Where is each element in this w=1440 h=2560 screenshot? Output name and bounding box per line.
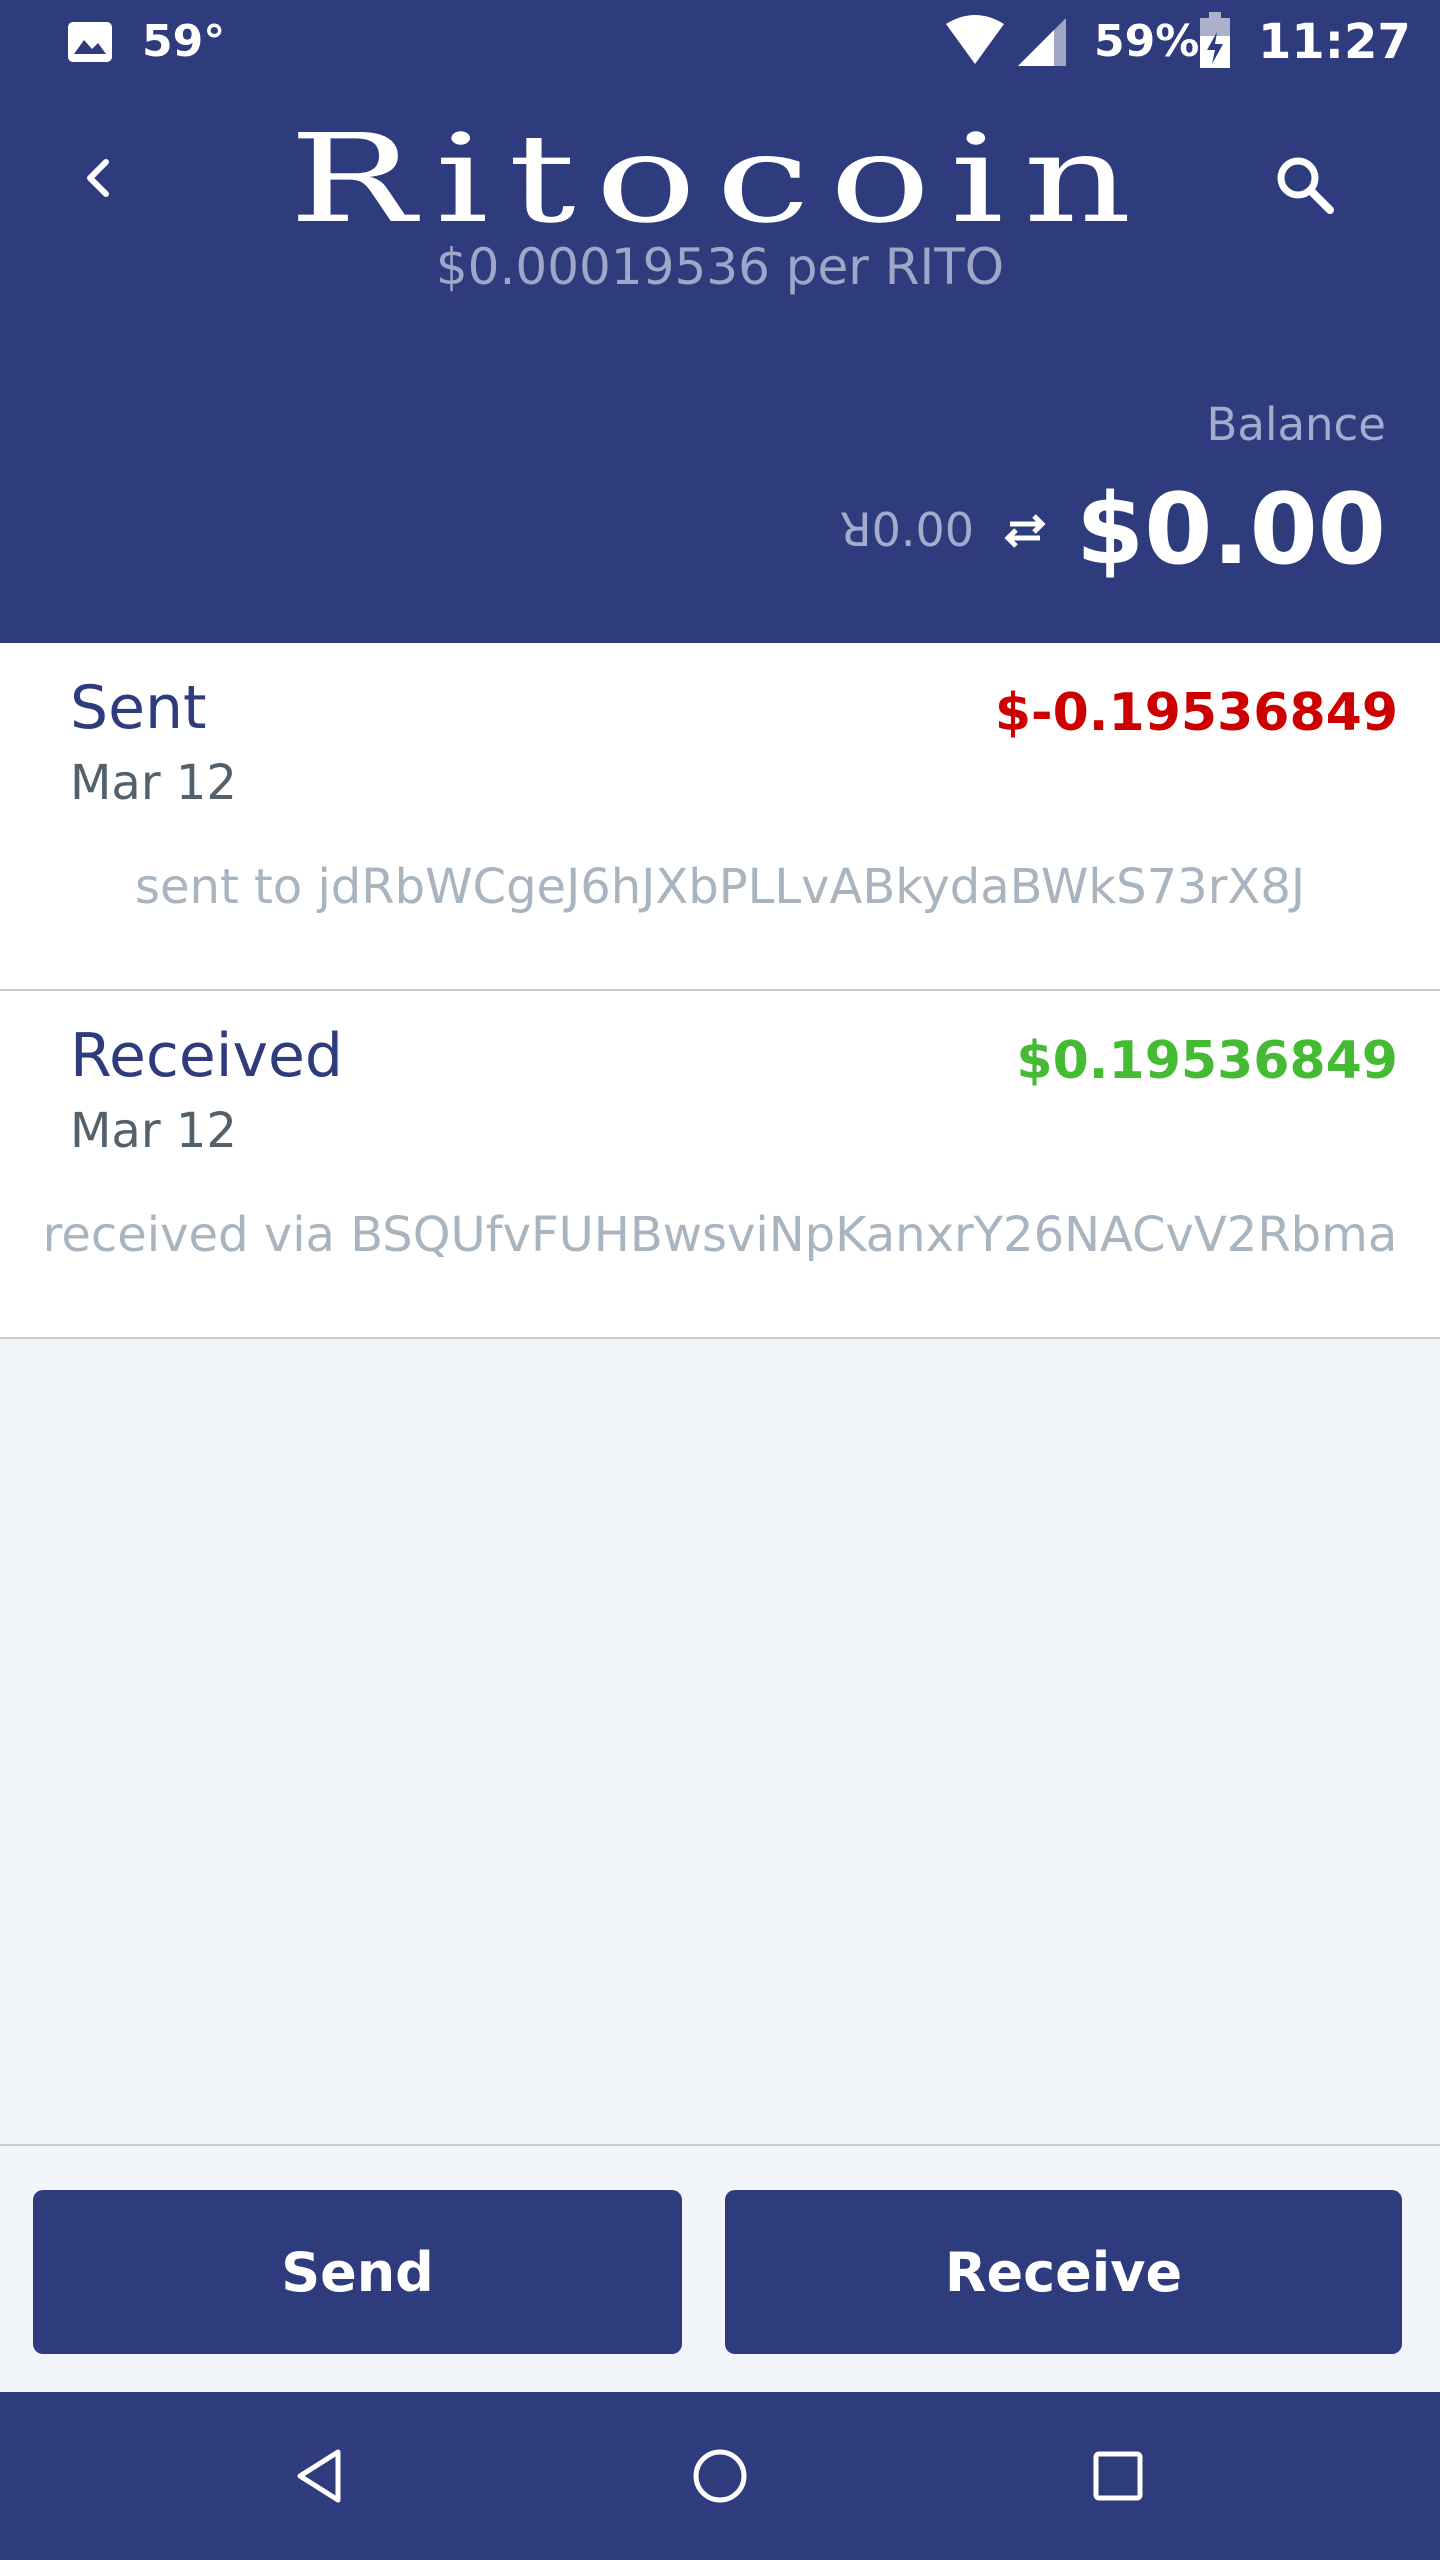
transaction-amount: $0.19536849 [1016,1031,1398,1091]
price-per-coin: $0.00019536 per RITO [435,238,1005,296]
transaction-note: received via BSQUfvFUHBwsviNpKanxrY26NAC… [42,1207,1398,1263]
action-bar: Send Receive [0,2144,1440,2392]
cell-signal-icon [1016,16,1068,72]
nav-recents-icon[interactable] [1088,2446,1148,2510]
status-bar: 59° 59% 11:27 [0,0,1440,86]
send-button[interactable]: Send [33,2190,682,2354]
balance-crypto-amount: ꓤ0.00 [839,503,975,557]
transaction-note: sent to jdRbWCgeJ6hJXbPLLvABkydaBWkS73rX… [134,859,1306,915]
transaction-list: Sent Mar 12 $-0.19536849 sent to jdRbWCg… [0,643,1440,1339]
balance-row[interactable]: ꓤ0.00 $0.00 [840,470,1386,590]
clock-text: 11:27 [1258,14,1411,70]
image-icon [66,20,114,64]
battery-percent-text: 59% [1094,16,1200,67]
wallet-header: 59° 59% 11:27 Ritocoin $0.00019536 per R… [0,0,1440,643]
transaction-item-sent[interactable]: Sent Mar 12 $-0.19536849 sent to jdRbWCg… [0,643,1440,991]
transaction-item-received[interactable]: Received Mar 12 $0.19536849 received via… [0,991,1440,1339]
navigation-bar [0,2392,1440,2560]
battery-charging-icon [1198,12,1232,74]
balance-fiat-amount: $0.00 [1076,473,1386,587]
receive-button[interactable]: Receive [725,2190,1402,2354]
transaction-date: Mar 12 [70,755,237,811]
transaction-type: Received [70,1021,343,1091]
balance-label: Balance [1206,398,1386,451]
swap-icon[interactable] [1002,510,1048,550]
transaction-type: Sent [70,673,207,743]
nav-back-icon[interactable] [290,2446,350,2510]
transaction-date: Mar 12 [70,1103,237,1159]
wifi-icon [944,14,1006,70]
temperature-text: 59° [142,16,226,67]
search-icon[interactable] [1270,150,1342,222]
nav-home-icon[interactable] [690,2446,750,2510]
coin-title: Ritocoin [288,108,1152,250]
transaction-amount: $-0.19536849 [994,683,1398,743]
